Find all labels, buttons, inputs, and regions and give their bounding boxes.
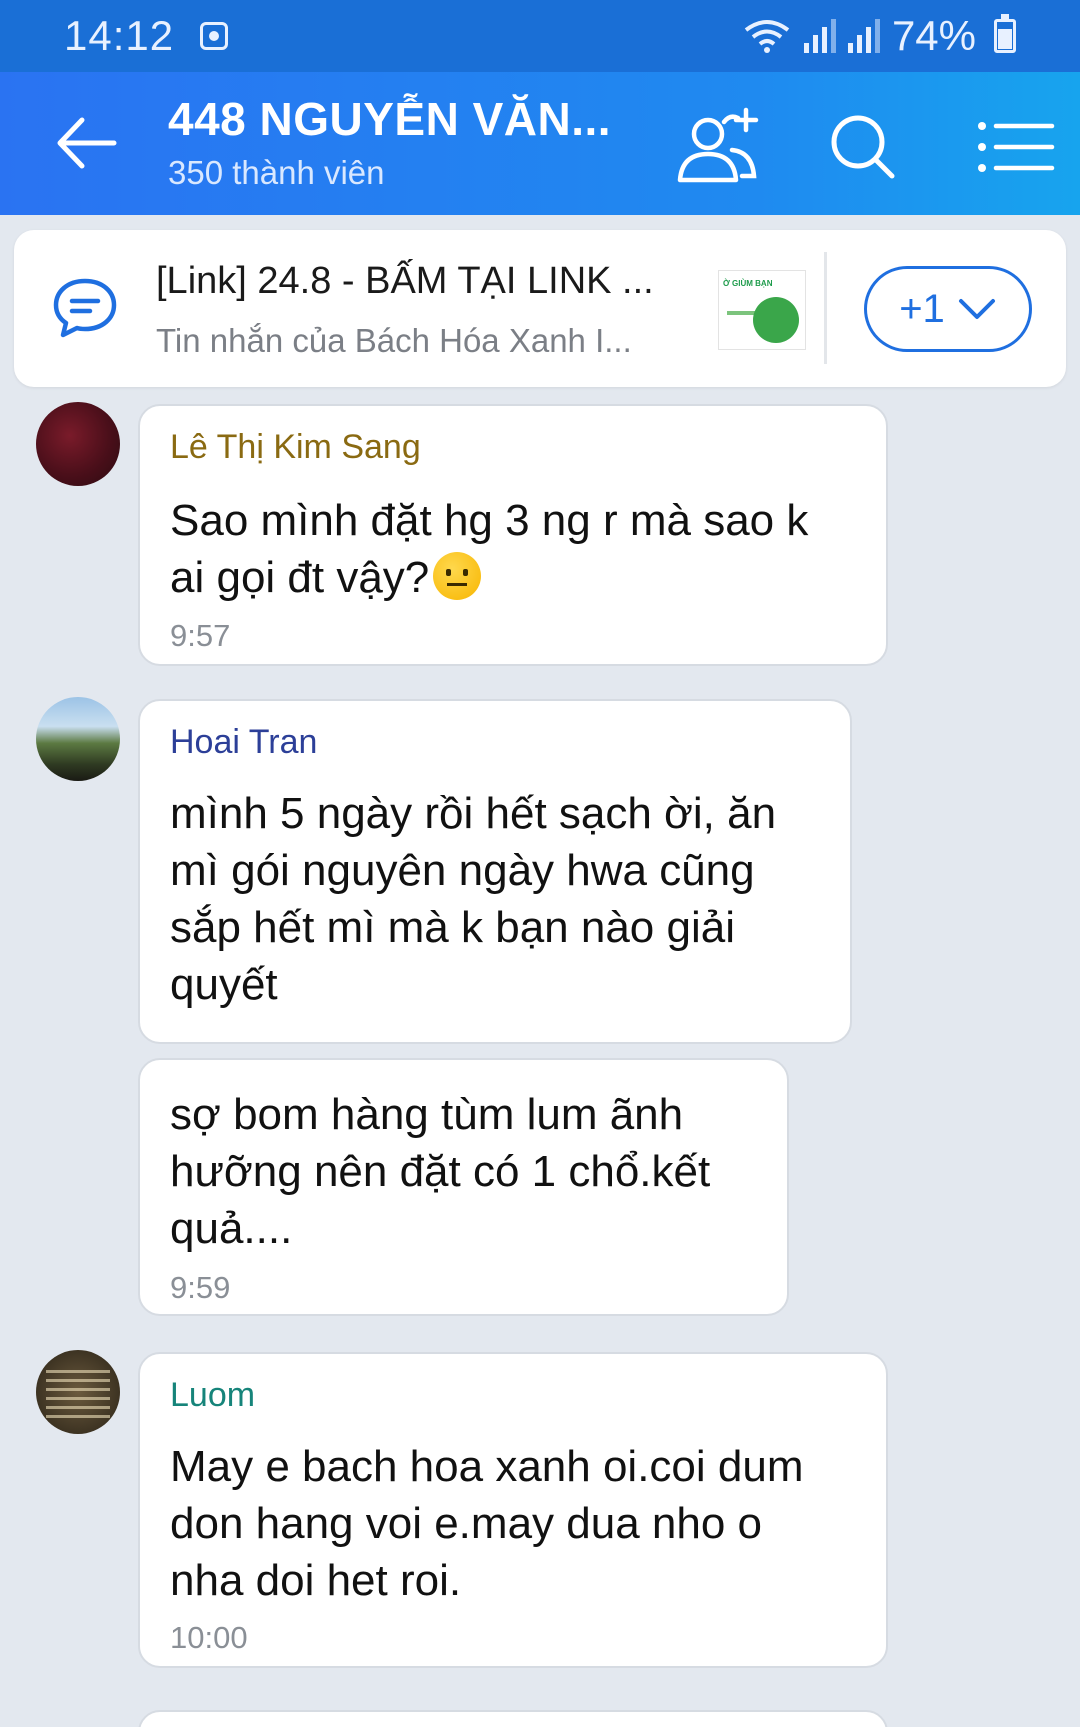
avatar[interactable]	[36, 402, 120, 486]
avatar-text-pattern	[46, 1364, 110, 1424]
signal-icon-2	[847, 19, 880, 53]
pinned-title: [Link] 24.8 - BẤM TẠI LINK ...	[156, 260, 654, 302]
message-line: May e bach hoa xanh oi.coi dum	[170, 1442, 804, 1491]
message-line: quả....	[170, 1204, 293, 1253]
more-pinned-label: +1	[899, 286, 945, 331]
message-bubble[interactable]: sợ bom hàng tùm lum ãnh hưỡng nên đặt có…	[138, 1058, 789, 1316]
pinned-thumbnail[interactable]: Ờ GIÙM BẠN	[718, 270, 806, 350]
message-line: quyết	[170, 960, 278, 1009]
add-member-icon[interactable]	[672, 102, 762, 192]
message-line: nha doi het roi.	[170, 1556, 462, 1605]
back-arrow-icon[interactable]	[52, 108, 122, 178]
message-bubble-partial[interactable]	[138, 1710, 888, 1727]
wifi-icon	[744, 20, 790, 53]
chat-bubble-icon	[53, 278, 117, 338]
message-line: ai gọi đt vậy?	[170, 553, 430, 602]
message-bubble[interactable]: Hoai Tran mình 5 ngày rồi hết sạch ời, ă…	[138, 699, 852, 1044]
message-line: mình 5 ngày rồi hết sạch ời, ăn	[170, 789, 777, 838]
battery-icon	[994, 14, 1016, 53]
pinned-message-bar[interactable]: [Link] 24.8 - BẤM TẠI LINK ... Tin nhắn …	[14, 230, 1066, 387]
message-line: sợ bom hàng tùm lum ãnh	[170, 1090, 684, 1139]
message-text: mình 5 ngày rồi hết sạch ời, ăn mì gói n…	[170, 785, 776, 1013]
status-time: 14:12	[64, 12, 175, 59]
notification-icon	[200, 22, 228, 50]
thumbnail-image	[753, 297, 799, 343]
message-text: Sao mình đặt hg 3 ng r mà sao k ai gọi đ…	[170, 492, 808, 606]
message-time: 9:57	[170, 618, 231, 653]
status-bar: 14:12 74%	[0, 0, 1080, 72]
neutral-face-emoji-icon	[433, 552, 482, 600]
message-bubble[interactable]: Luom May e bach hoa xanh oi.coi dum don …	[138, 1352, 888, 1668]
message-line: don hang voi e.may dua nho o	[170, 1499, 763, 1548]
group-title[interactable]: 448 NGUYỄN VĂN...	[168, 92, 611, 146]
avatar[interactable]	[36, 697, 120, 781]
member-count[interactable]: 350 thành viên	[168, 154, 385, 192]
sender-name[interactable]: Lê Thị Kim Sang	[170, 428, 421, 467]
message-line: hưỡng nên đặt có 1 chổ.kết	[170, 1147, 711, 1196]
chat-header: 448 NGUYỄN VĂN... 350 thành viên	[0, 72, 1080, 215]
search-icon[interactable]	[818, 102, 908, 192]
signal-icon	[803, 19, 836, 53]
message-line: mì gói nguyên ngày hwa cũng	[170, 846, 755, 895]
sender-name[interactable]: Luom	[170, 1376, 255, 1415]
message-line: Sao mình đặt hg 3 ng r mà sao k	[170, 496, 809, 545]
message-line-with-emoji: ai gọi đt vậy?	[170, 549, 808, 606]
sender-name[interactable]: Hoai Tran	[170, 723, 317, 762]
message-text: May e bach hoa xanh oi.coi dum don hang …	[170, 1438, 804, 1609]
status-indicators: 74%	[742, 12, 1016, 60]
menu-icon[interactable]	[968, 102, 1058, 192]
message-line: sắp hết mì mà k bạn nào giải	[170, 903, 735, 952]
chevron-down-icon	[958, 299, 995, 319]
thumbnail-text: Ờ GIÙM BẠN	[723, 279, 773, 288]
message-time: 10:00	[170, 1620, 248, 1655]
more-pinned-button[interactable]: +1	[864, 266, 1032, 352]
avatar[interactable]	[36, 1350, 120, 1434]
pinned-subtitle: Tin nhắn của Bách Hóa Xanh I...	[156, 322, 632, 359]
message-bubble[interactable]: Lê Thị Kim Sang Sao mình đặt hg 3 ng r m…	[138, 404, 888, 666]
divider	[824, 252, 827, 364]
message-text: sợ bom hàng tùm lum ãnh hưỡng nên đặt có…	[170, 1086, 710, 1257]
message-time: 9:59	[170, 1270, 231, 1305]
battery-percent: 74%	[891, 12, 976, 59]
